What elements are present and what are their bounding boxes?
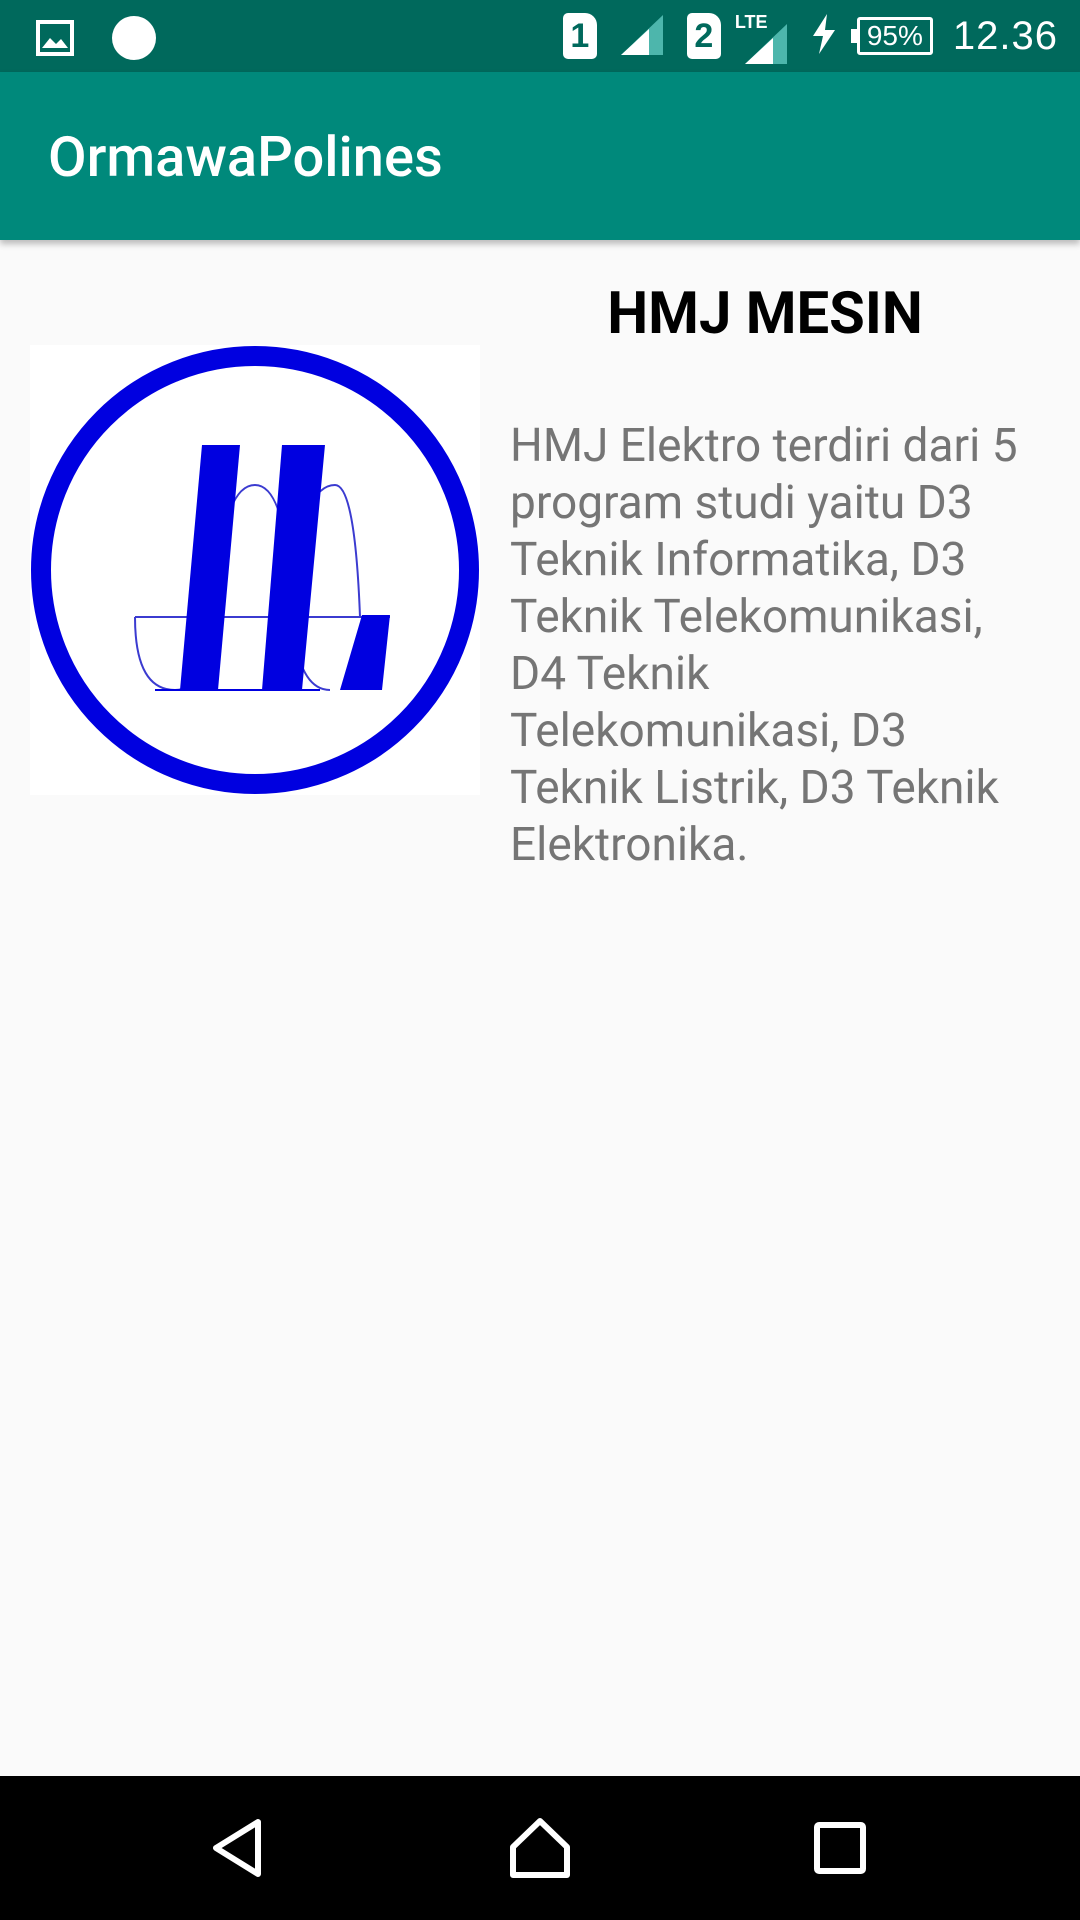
hmj-mesin-logo — [30, 345, 480, 795]
recents-icon — [814, 1822, 866, 1874]
lte-signal-icon: LTE — [735, 8, 791, 64]
status-bar: 1 2 LTE 95% 12.36 — [0, 0, 1080, 72]
clock: 12.36 — [952, 13, 1058, 58]
back-icon — [213, 1819, 261, 1877]
signal-icon — [617, 11, 667, 61]
dot-notification-icon — [110, 14, 158, 66]
sim1-icon: 1 — [562, 13, 597, 59]
charging-icon — [811, 14, 837, 58]
gallery-notification-icon — [36, 20, 74, 60]
battery-indicator: 95% — [850, 17, 933, 55]
home-button[interactable] — [500, 1808, 580, 1888]
app-bar: OrmawaPolines — [0, 72, 1080, 240]
app-title: OrmawaPolines — [48, 124, 443, 190]
navigation-bar — [0, 1776, 1080, 1920]
status-right: 1 2 LTE 95% 12.36 — [562, 0, 1058, 72]
home-icon — [510, 1818, 570, 1878]
sim2-icon: 2 — [686, 13, 721, 59]
status-left — [36, 14, 158, 66]
back-button[interactable] — [200, 1808, 280, 1888]
page-title: HMJ MESIN — [607, 280, 923, 348]
recents-button[interactable] — [800, 1808, 880, 1888]
description-text: HMJ Elektro terdiri dari 5 program studi… — [510, 419, 1018, 872]
